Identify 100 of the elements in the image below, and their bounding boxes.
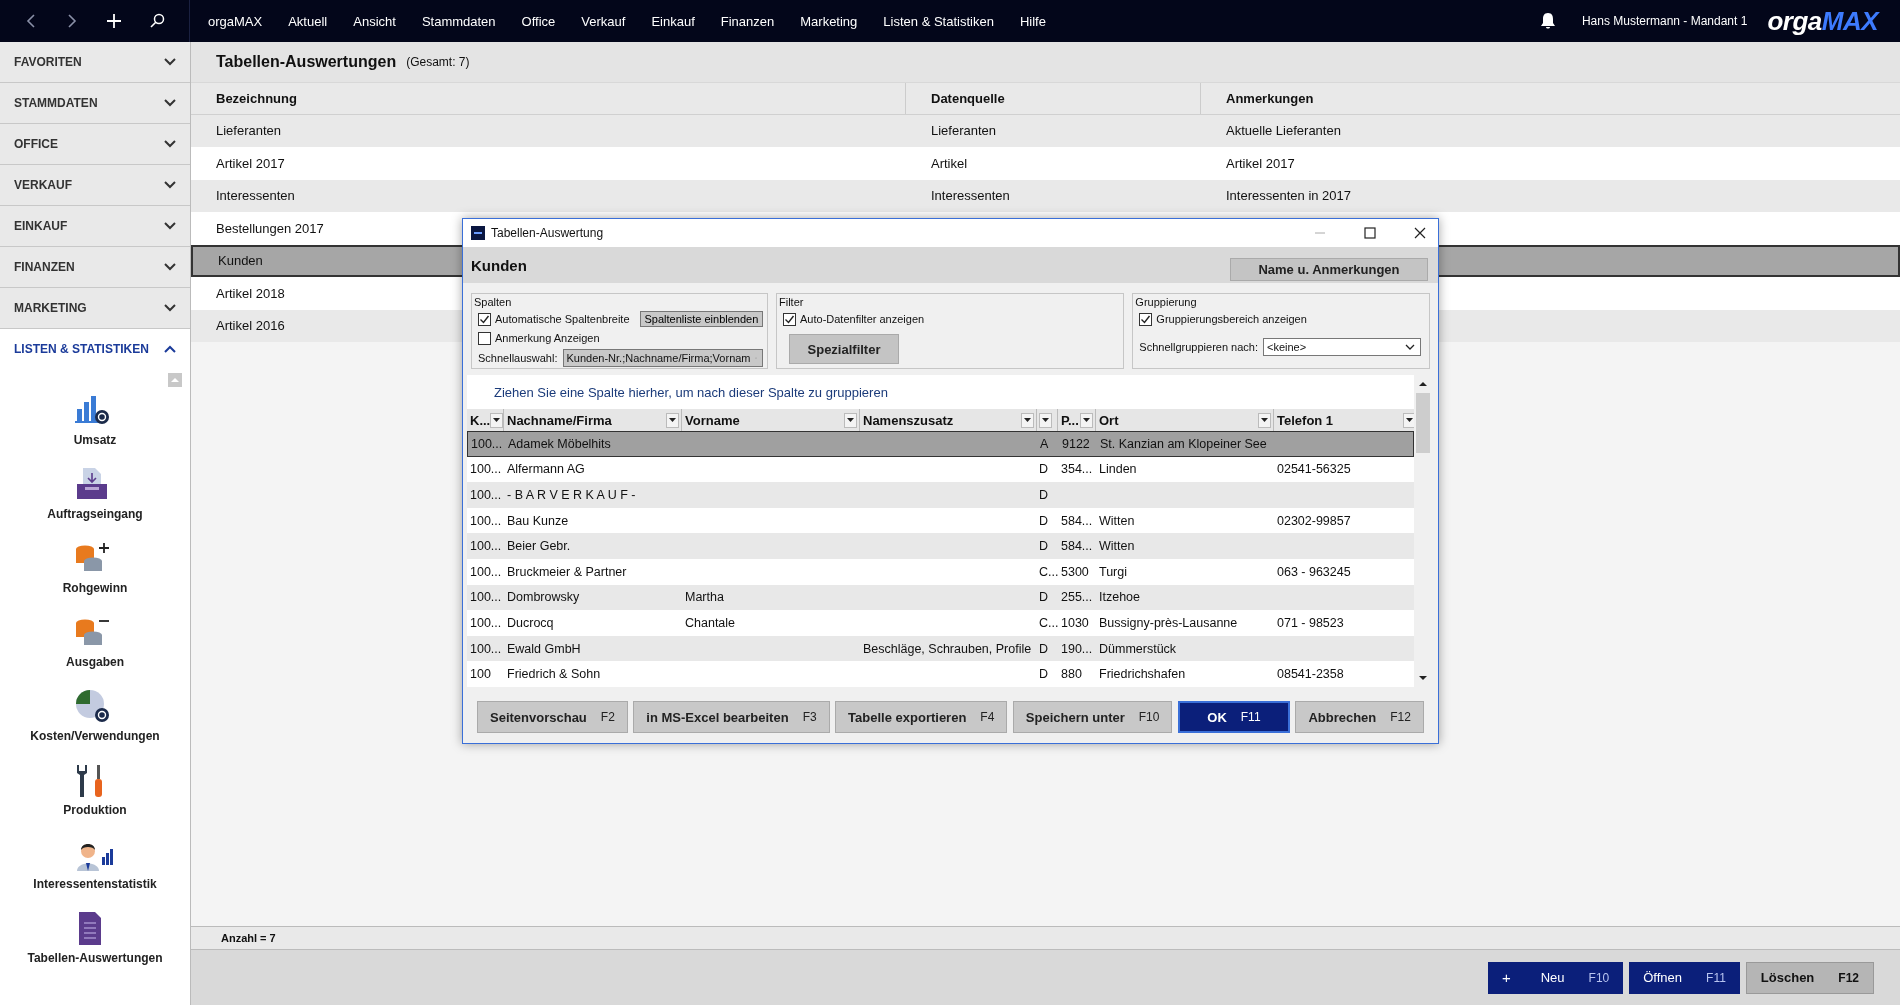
scrollbar-thumb[interactable] — [1415, 393, 1430, 453]
table-cell-text: D — [1038, 539, 1050, 554]
grid-row[interactable]: 100... Beier Gebr. D 584... Witten — [467, 533, 1414, 559]
column-header[interactable]: Datenquelle — [906, 83, 1201, 114]
sidebar-section[interactable]: EINKAUF — [0, 206, 190, 247]
quick-select-dropdown[interactable]: Kunden-Nr.;Nachname/Firma;Vornam — [562, 349, 763, 367]
dialog-button[interactable]: Speichern unter F10 — [1012, 701, 1173, 733]
sidebar-section[interactable]: VERKAUF — [0, 165, 190, 206]
dialog-button[interactable]: Abbrechen F12 — [1295, 701, 1424, 733]
search-icon[interactable] — [149, 13, 166, 29]
table-cell: Lieferanten — [931, 123, 997, 139]
table-cell-text: C... — [1038, 564, 1058, 579]
grid-row[interactable]: 100... - B A R V E R K A U F - D — [467, 482, 1414, 508]
group-label: Filter — [779, 296, 805, 308]
grid-row[interactable]: 100... Ewald GmbH Beschläge, Schrauben, Profile D 190... Dümmerstück — [467, 635, 1414, 662]
table-cell-text: D — [1038, 590, 1050, 605]
dialog-button[interactable]: Tabelle exportieren F4 — [835, 701, 1008, 733]
table-cell-text: 02302-99857 — [1276, 513, 1352, 528]
sidebar-section[interactable]: FAVORITEN — [0, 42, 190, 83]
checkbox[interactable] — [478, 312, 491, 326]
table-cell: Aktuelle Lieferanten — [1226, 123, 1341, 139]
menu-item[interactable]: orgaMAX — [208, 13, 263, 29]
add-icon[interactable] — [106, 13, 123, 29]
table-cell-text: 100... — [469, 488, 503, 502]
table-cell-text: 100... — [470, 436, 504, 451]
group-by-dropdown[interactable]: <keine> — [1263, 338, 1421, 356]
menu-item[interactable]: Finanzen — [720, 13, 775, 29]
group-hint: Ziehen Sie eine Spalte hierher, um nach dieser Spalte zu gruppieren — [493, 383, 889, 402]
filter-dropdown-button[interactable] — [1258, 412, 1271, 428]
field-label: Schnellauswahl: — [478, 352, 558, 364]
checkbox[interactable] — [478, 331, 491, 345]
checkbox[interactable] — [1139, 312, 1153, 326]
menu-item[interactable]: Ansicht — [353, 13, 396, 29]
primary-button[interactable]: Öffnen F11 — [1629, 961, 1740, 994]
table-row[interactable]: Interessenten Interessenten Interessenten in 2017 — [191, 179, 1900, 212]
column-header[interactable]: Anmerkungen — [1201, 83, 1900, 114]
column-list-button[interactable]: Spaltenliste einblenden — [639, 311, 764, 327]
filter-dropdown-button[interactable] — [844, 412, 857, 428]
menu-item[interactable]: Office — [521, 13, 556, 29]
filter-dropdown-button[interactable] — [1080, 412, 1093, 428]
filter-dropdown-button[interactable] — [1403, 412, 1414, 428]
table-cell-text: 02541-56325 — [1276, 462, 1352, 477]
primary-button[interactable]: + Neu F10 — [1487, 961, 1624, 994]
sidebar-item[interactable]: Auftragseingang — [47, 461, 143, 535]
user-name[interactable]: Hans Mustermann - Mandant 1 — [1581, 14, 1748, 28]
menu-item[interactable]: Listen & Statistiken — [883, 13, 994, 29]
sidebar-section[interactable]: STAMMDATEN — [0, 83, 190, 124]
sidebar-item[interactable]: Umsatz — [73, 387, 117, 461]
secondary-button[interactable]: Löschen F12 — [1745, 961, 1874, 994]
sidebar-item[interactable]: Ausgaben — [66, 609, 124, 683]
sidebar-item[interactable]: Rohgewinn — [62, 535, 128, 609]
table-cell-text: 100... — [469, 564, 503, 579]
table-cell-text: Chantale — [684, 615, 737, 630]
table-cell: Kunden — [218, 253, 263, 269]
sidebar-item[interactable]: Interessentenstatistik — [33, 831, 157, 905]
menu-item[interactable]: Verkauf — [581, 13, 626, 29]
table-cell: Interessenten in 2017 — [1226, 188, 1352, 204]
dialog-button[interactable]: Seitenvorschau F2 — [477, 701, 628, 733]
menu-item[interactable]: Hilfe — [1019, 13, 1046, 29]
dialog-button[interactable]: in MS-Excel bearbeiten F3 — [633, 701, 830, 733]
table-cell-text: Turgi — [1098, 564, 1128, 579]
menu-item[interactable]: Stammdaten — [421, 13, 496, 29]
name-button[interactable]: Name u. Anmerkungen — [1230, 257, 1428, 281]
filter-dropdown-button[interactable] — [490, 412, 504, 428]
checkbox-label: Auto-Datenfilter anzeigen — [800, 313, 925, 325]
record-count: (Gesamt: 7) — [406, 55, 470, 69]
sidebar-section[interactable]: FINANZEN — [0, 247, 190, 288]
table-cell-text: 1030 — [1060, 615, 1090, 630]
sidebar-item[interactable]: Produktion — [63, 757, 127, 831]
chevron-icon — [164, 58, 176, 66]
sidebar-section[interactable]: OFFICE — [0, 124, 190, 165]
bell-icon[interactable] — [1539, 12, 1556, 30]
chevron-icon — [164, 222, 176, 230]
maximize-icon[interactable] — [1364, 227, 1376, 239]
column-header[interactable]: Bezeichnung — [191, 83, 906, 114]
table-cell-text: 354... — [1060, 462, 1094, 477]
grid-row[interactable]: 100... Dombrowsky Martha D 255... Itzehoe — [467, 584, 1414, 611]
sidebar-section[interactable]: MARKETING — [0, 288, 190, 329]
menu-item[interactable]: Aktuell — [288, 13, 328, 29]
table-cell-text: Friedrich & Sohn — [506, 667, 602, 682]
grid-row[interactable]: 100... Adamek Möbelhits A 9122 St. Kanzian am Klopeiner See — [467, 431, 1414, 457]
checkbox[interactable] — [783, 312, 796, 326]
ok-button[interactable]: OK F11 — [1177, 701, 1290, 733]
filter-dropdown-button[interactable] — [666, 412, 679, 428]
table-cell-text: Linden — [1098, 462, 1138, 477]
table-cell-text: 9122 — [1061, 436, 1091, 451]
column-header[interactable] — [1037, 409, 1058, 431]
chevron-icon — [164, 345, 176, 353]
table-cell-text: 255... — [1060, 590, 1094, 605]
sidebar-item[interactable]: Kosten/Verwendungen — [30, 683, 160, 757]
sidebar-item[interactable]: Tabellen-Auswertungen — [27, 905, 163, 979]
filter-dropdown-button[interactable] — [1039, 412, 1052, 428]
menu-item[interactable]: Marketing — [800, 13, 858, 29]
menu-item[interactable]: Einkauf — [651, 13, 695, 29]
special-filter-button[interactable]: Spezialfilter — [789, 334, 899, 364]
field-label: Schnellgruppieren nach: — [1139, 341, 1258, 353]
table-cell-text: Martha — [684, 590, 725, 605]
close-icon[interactable] — [1414, 227, 1426, 239]
table-row[interactable]: Lieferanten Lieferanten Aktuelle Lieferanten — [191, 114, 1900, 147]
filter-dropdown-button[interactable] — [1021, 412, 1034, 428]
